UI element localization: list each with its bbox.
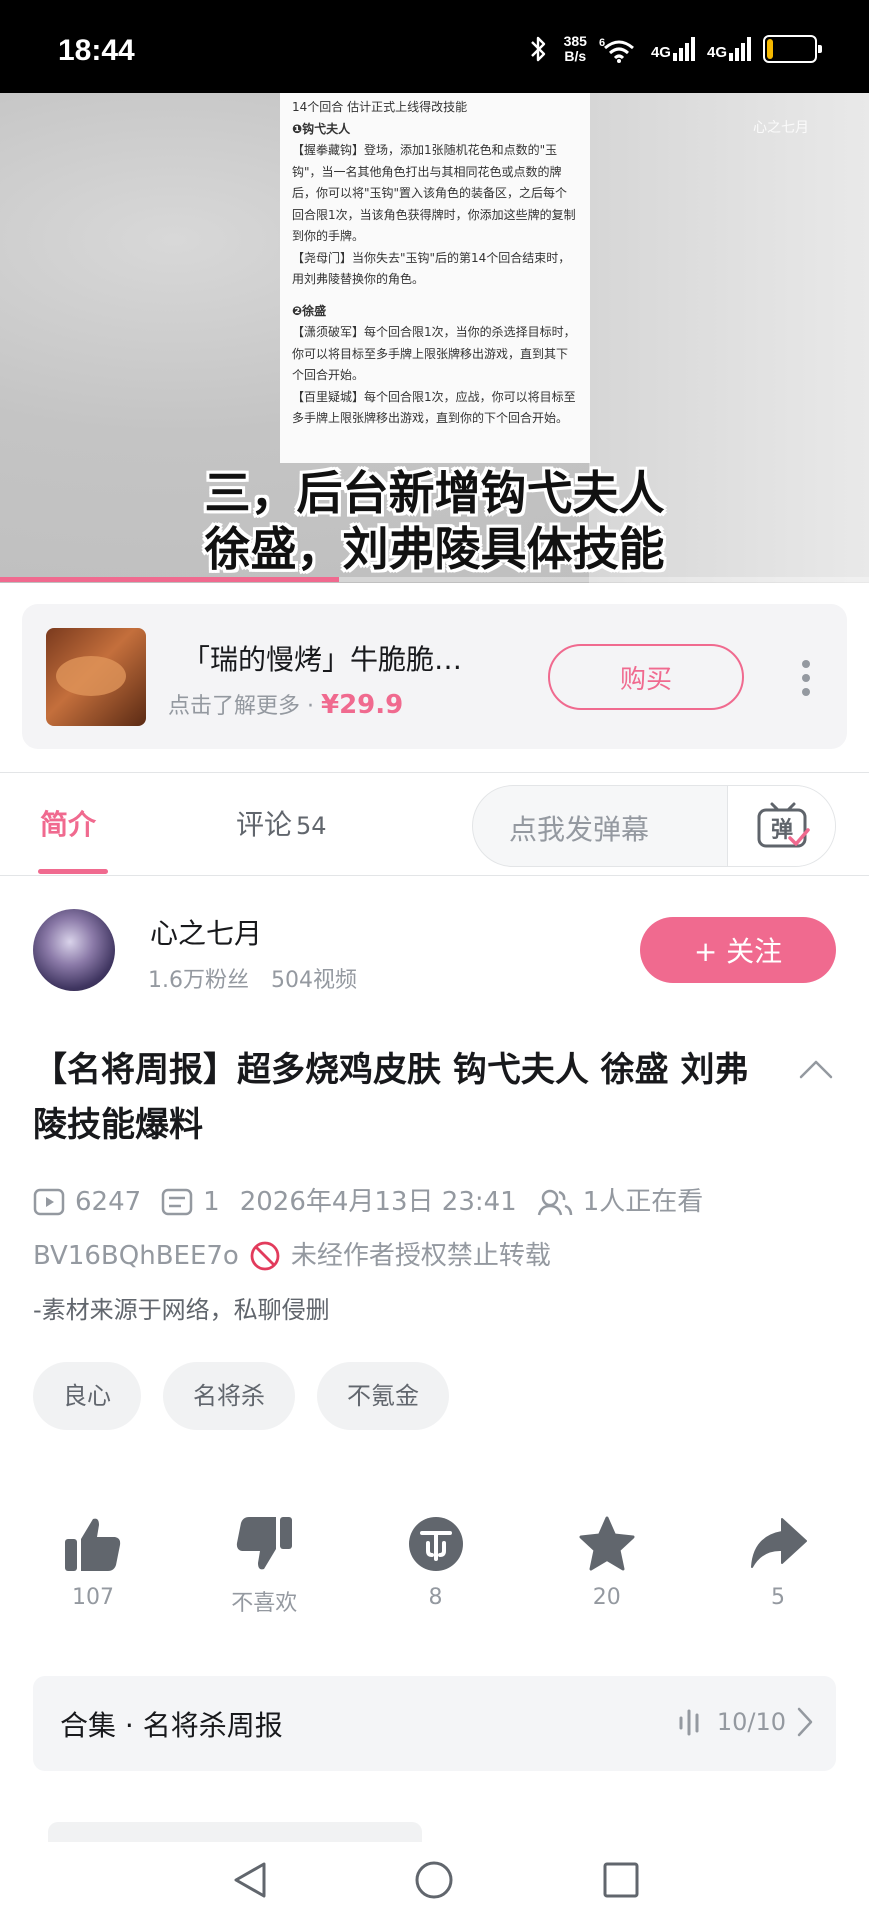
playlist-icon <box>679 1709 699 1736</box>
copyright-notice: 未经作者授权禁止转载 <box>290 1241 551 1271</box>
star-icon <box>579 1516 635 1571</box>
tab-intro[interactable]: 简介 <box>40 803 96 843</box>
battery-icon: 11 <box>763 35 822 63</box>
uploader-fans: 1.6万粉丝 <box>148 968 249 993</box>
like-button[interactable]: 107 <box>33 1515 153 1617</box>
ad-price: ¥29.9 <box>320 690 404 720</box>
home-icon[interactable] <box>414 1860 454 1900</box>
doc-line: ❷徐盛 <box>292 303 327 318</box>
video-description: -素材来源于网络，私聊侵删 <box>33 1296 330 1324</box>
danmaku-input[interactable]: 点我发弹幕 弹 <box>472 785 836 867</box>
bluetooth-icon <box>530 36 545 62</box>
system-navigation-bar <box>0 1842 869 1920</box>
bvid: BV16BQhBEE7o <box>33 1241 239 1271</box>
collection-progress: 10/10 <box>677 1706 814 1738</box>
danmaku-count-icon <box>161 1188 193 1216</box>
danmaku-placeholder: 点我发弹幕 <box>509 813 650 846</box>
uploader-name[interactable]: 心之七月 <box>150 912 262 952</box>
coin-button[interactable]: 8 <box>376 1515 496 1617</box>
favorite-button[interactable]: 20 <box>547 1515 667 1617</box>
publish-date: 2026年4月13日 23:41 <box>239 1187 517 1217</box>
ad-subtitle: 点击了解更多 · ¥29.9 <box>168 690 404 720</box>
svg-text:6: 6 <box>599 37 605 49</box>
signal-icon: 4G <box>651 37 695 61</box>
dislike-button[interactable]: 不喜欢 <box>204 1515 324 1617</box>
back-icon[interactable] <box>230 1860 270 1900</box>
doc-line: ❶钩弋夫人 <box>292 121 351 136</box>
doc-line: 14个回合 估计正式上线得改技能 <box>292 100 468 114</box>
share-button[interactable]: 5 <box>718 1515 838 1617</box>
uploader-videos: 504视频 <box>271 968 357 993</box>
action-bar: 107 不喜欢 8 20 5 <box>33 1515 838 1617</box>
collection-bar[interactable]: 合集 · 名将杀周报 10/10 <box>33 1676 836 1771</box>
ad-card[interactable]: 「瑞的慢烤」牛脆脆… 点击了解更多 · ¥29.9 购买 <box>22 604 847 749</box>
video-title: 【名将周报】超多烧鸡皮肤 钩弋夫人 徐盛 刘弗陵技能爆料 <box>33 1050 749 1145</box>
doc-line: 【尧母门】当你失去"玉钩"后的第14个回合结束时，用刘弗陵替换你的角色。 <box>292 250 571 287</box>
network-speed: 385 B/s <box>563 33 587 64</box>
tag-list: 良心 名将杀 不氪金 <box>33 1362 449 1430</box>
thumbs-up-icon <box>65 1518 121 1571</box>
wifi-icon: 6 <box>599 37 634 63</box>
recent-apps-icon[interactable] <box>601 1860 641 1900</box>
comments-count: 54 <box>296 812 327 840</box>
no-repost-icon <box>250 1241 280 1271</box>
ad-title[interactable]: 「瑞的慢烤」牛脆脆… <box>182 638 542 678</box>
thumbs-down-icon <box>237 1517 293 1570</box>
uploader-stats: 1.6万粉丝 504视频 <box>148 962 357 994</box>
doc-line: 【百里疑城】每个回合限1次，应战，你可以将目标至多手牌上限张牌移出游戏，直到你的… <box>292 389 576 426</box>
play-count: 6247 <box>75 1187 142 1217</box>
status-icons: 385 B/s 6 4G 4G 11 <box>524 33 822 64</box>
chevron-right-icon[interactable] <box>796 1706 814 1738</box>
coin-icon <box>408 1517 463 1571</box>
buy-button[interactable]: 购买 <box>548 644 744 710</box>
collection-title: 合集 · 名将杀周报 <box>60 1709 283 1742</box>
danmaku-icon: 弹 <box>757 802 810 848</box>
tag-item[interactable]: 名将杀 <box>163 1362 295 1430</box>
doc-line: 【潇须破军】每个回合限1次，当你的杀选择目标时，你可以将目标至多手牌上限张牌移出… <box>292 325 576 382</box>
video-document-frame: 14个回合 估计正式上线得改技能 ❶钩弋夫人 【握拳藏钩】登场，添加1张随机花色… <box>280 93 590 463</box>
doc-line: 【握拳藏钩】登场，添加1张随机花色和点数的"玉钩"，当一名其他角色打出与其相同花… <box>292 143 576 243</box>
tab-bar: 简介 评论 54 点我发弹幕 弹 <box>0 772 869 876</box>
next-card-peek <box>48 1822 422 1842</box>
avatar[interactable] <box>33 909 115 991</box>
follow-button[interactable]: + 关注 <box>640 917 836 983</box>
tag-item[interactable]: 良心 <box>33 1362 141 1430</box>
status-time: 18:44 <box>58 34 135 67</box>
tab-active-indicator <box>38 869 108 874</box>
video-caption: 三，后台新增钩弋夫人 徐盛，刘弗陵具体技能 <box>204 466 665 576</box>
share-icon <box>751 1518 807 1568</box>
danmaku-toggle-button[interactable]: 弹 <box>727 786 835 866</box>
video-progress-bar[interactable] <box>0 577 869 582</box>
danmaku-count: 1 <box>203 1187 220 1217</box>
play-count-icon <box>33 1188 65 1216</box>
tab-comments[interactable]: 评论 54 <box>236 803 327 843</box>
chevron-up-icon[interactable] <box>798 1058 834 1080</box>
video-progress-fill <box>0 577 339 582</box>
video-player[interactable]: 14个回合 估计正式上线得改技能 ❶钩弋夫人 【握拳藏钩】登场，添加1张随机花色… <box>0 93 869 583</box>
video-watermark: 心之七月 <box>753 120 809 136</box>
ad-thumbnail[interactable] <box>46 628 146 726</box>
status-bar: 18:44 385 B/s 6 4G 4G 11 <box>0 0 869 93</box>
video-meta: 6247 1 2026年4月13日 23:41 1人正在看 BV16BQhBEE… <box>33 1175 843 1283</box>
signal-icon: 4G <box>707 37 751 61</box>
tag-item[interactable]: 不氪金 <box>317 1362 449 1430</box>
watching-count: 1人正在看 <box>582 1187 704 1217</box>
viewers-icon <box>537 1189 572 1216</box>
more-options-icon[interactable] <box>800 660 812 696</box>
